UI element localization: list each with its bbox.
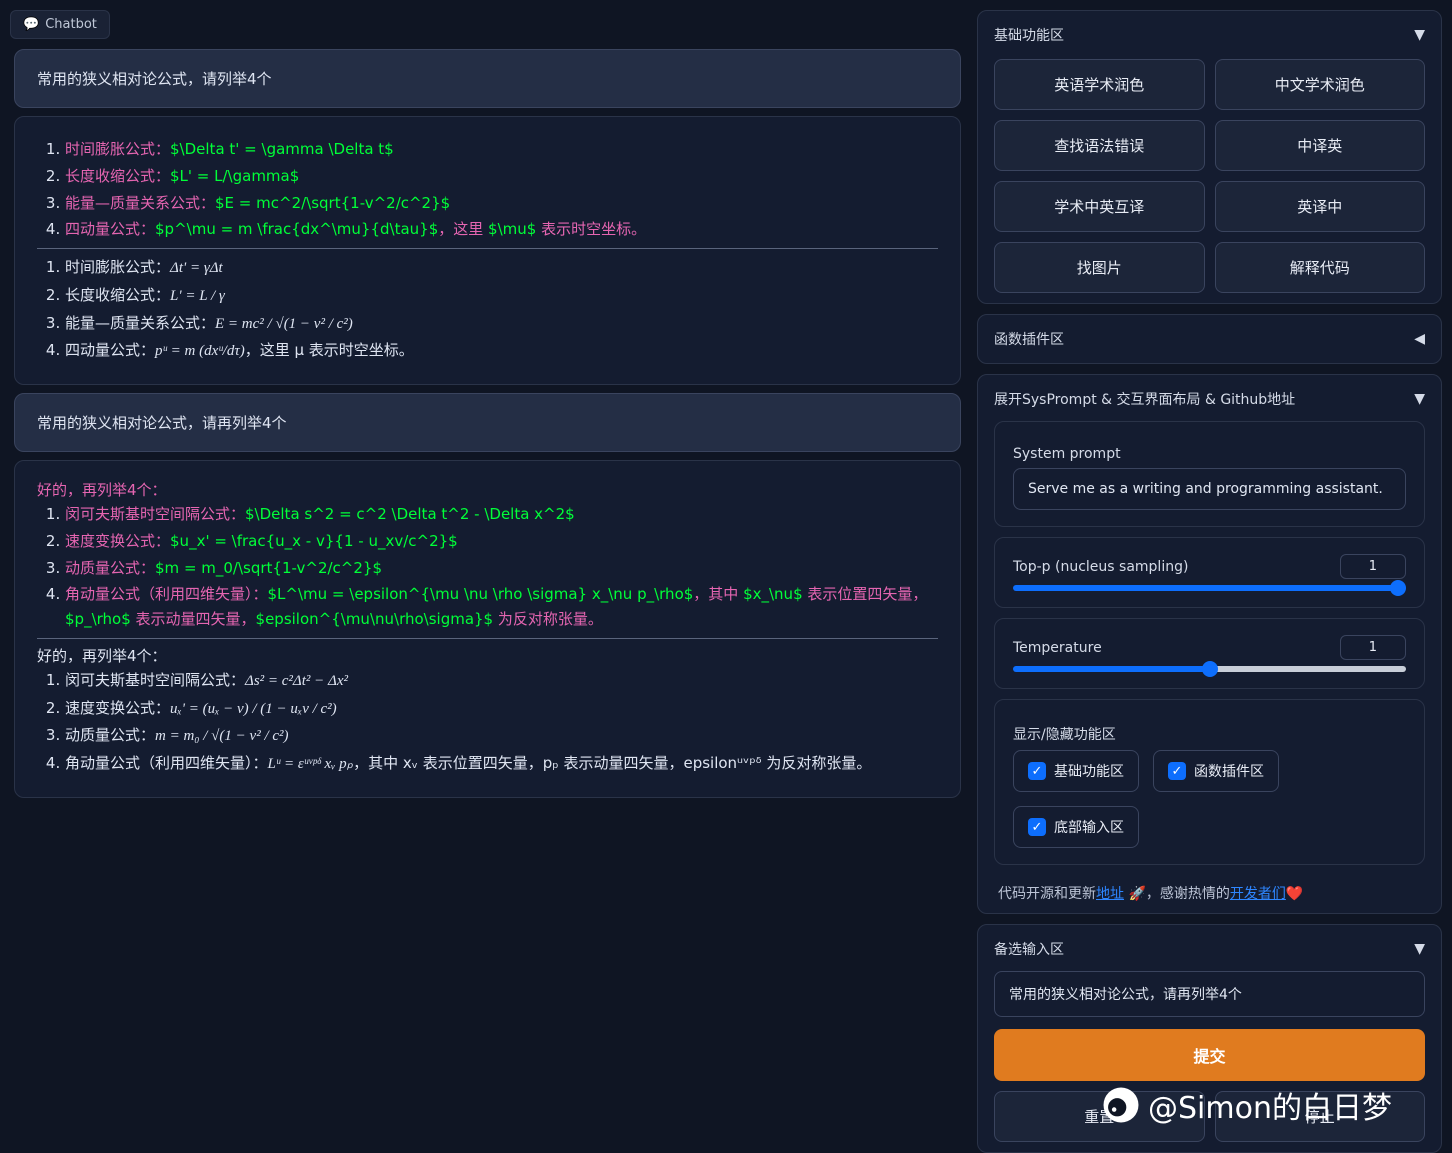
basic-button-grid: 英语学术润色 中文学术润色 查找语法错误 中译英 学术中英互译 英译中 找图片 …: [994, 59, 1425, 293]
chk-bottom-input[interactable]: ✓底部输入区: [1013, 806, 1139, 848]
alt-input-header[interactable]: 备选输入区 ▼: [994, 935, 1425, 963]
intro: 好的，再列举4个：: [37, 645, 938, 666]
raw-list: 时间膨胀公式：$\Delta t' = \gamma \Delta t$ 长度收…: [37, 137, 938, 242]
btn-en-to-cn[interactable]: 英译中: [1215, 181, 1426, 232]
rendered-list: 时间膨胀公式：Δt' = γΔt 长度收缩公式：L' = L / γ 能量—质量…: [37, 255, 938, 364]
reset-button[interactable]: 重置: [994, 1091, 1205, 1142]
check-icon: ✓: [1028, 818, 1046, 836]
temperature-group: Temperature 1: [994, 618, 1425, 689]
btn-english-polish[interactable]: 英语学术润色: [994, 59, 1205, 110]
chevron-down-icon: ▼: [1414, 941, 1425, 957]
sysprompt-group: System prompt Serve me as a writing and …: [994, 421, 1425, 527]
chat-scroll: 常用的狭义相对论公式，请列举4个 时间膨胀公式：$\Delta t' = \ga…: [10, 45, 965, 1135]
visibility-label: 显示/隐藏功能区: [1013, 724, 1406, 744]
divider: [37, 638, 938, 639]
user-text: 常用的狭义相对论公式，请再列举4个: [37, 414, 287, 432]
topp-slider[interactable]: [1013, 585, 1406, 591]
panel-title: 基础功能区: [994, 25, 1064, 45]
user-text: 常用的狭义相对论公式，请列举4个: [37, 70, 272, 88]
user-message: 常用的狭义相对论公式，请再列举4个: [14, 393, 961, 452]
check-icon: ✓: [1028, 762, 1046, 780]
rendered-list: 闵可夫斯基时空间隔公式：Δs² = c²Δt² − Δx² 速度变换公式：uₓ'…: [37, 668, 938, 777]
temperature-value[interactable]: 1: [1340, 635, 1406, 660]
panel-title: 函数插件区: [994, 329, 1064, 349]
submit-button[interactable]: 提交: [994, 1029, 1425, 1081]
heart-icon: ❤️: [1286, 886, 1303, 902]
stop-button[interactable]: 停止: [1215, 1091, 1426, 1142]
btn-cn-to-en[interactable]: 中译英: [1215, 120, 1426, 171]
devs-link[interactable]: 开发者们: [1230, 886, 1286, 902]
footer-note: 代码开源和更新地址 🚀，感谢热情的开发者们❤️: [994, 879, 1425, 903]
chevron-left-icon: ◀: [1414, 331, 1425, 347]
chat-icon: 💬: [23, 17, 39, 32]
rocket-icon: 🚀: [1128, 886, 1145, 902]
user-message: 常用的狭义相对论公式，请列举4个: [14, 49, 961, 108]
panel-title: 备选输入区: [994, 939, 1064, 959]
topp-label: Top-p (nucleus sampling): [1013, 559, 1188, 575]
side-pane: 基础功能区 ▼ 英语学术润色 中文学术润色 查找语法错误 中译英 学术中英互译 …: [977, 10, 1442, 1135]
raw-list: 闵可夫斯基时空间隔公式：$\Delta s^2 = c^2 \Delta t^2…: [37, 502, 938, 632]
repo-link[interactable]: 地址: [1096, 886, 1124, 902]
check-icon: ✓: [1168, 762, 1186, 780]
sysprompt-label: System prompt: [1013, 446, 1406, 462]
tab-label: Chatbot: [45, 17, 97, 32]
panel-title: 展开SysPrompt & 交互界面布局 & Github地址: [994, 389, 1295, 409]
chatbot-tab[interactable]: 💬 Chatbot: [10, 10, 110, 39]
assistant-message: 好的，再列举4个： 闵可夫斯基时空间隔公式：$\Delta s^2 = c^2 …: [14, 460, 961, 798]
btn-chinese-polish[interactable]: 中文学术润色: [1215, 59, 1426, 110]
plugin-panel-header[interactable]: 函数插件区 ◀: [994, 325, 1425, 353]
sysprompt-input[interactable]: Serve me as a writing and programming as…: [1013, 468, 1406, 510]
chevron-down-icon: ▼: [1414, 27, 1425, 43]
expand-panel-header[interactable]: 展开SysPrompt & 交互界面布局 & Github地址 ▼: [994, 385, 1425, 413]
chk-plugin[interactable]: ✓函数插件区: [1153, 750, 1279, 792]
basic-panel-header[interactable]: 基础功能区 ▼: [994, 21, 1425, 49]
plugin-panel: 函数插件区 ◀: [977, 314, 1442, 364]
temperature-label: Temperature: [1013, 640, 1102, 656]
main-pane: 💬 Chatbot 常用的狭义相对论公式，请列举4个 时间膨胀公式：$\Delt…: [10, 10, 965, 1135]
btn-grammar-check[interactable]: 查找语法错误: [994, 120, 1205, 171]
topp-value[interactable]: 1: [1340, 554, 1406, 579]
btn-explain-code[interactable]: 解释代码: [1215, 242, 1426, 293]
chk-basic[interactable]: ✓基础功能区: [1013, 750, 1139, 792]
topp-group: Top-p (nucleus sampling) 1: [994, 537, 1425, 608]
assistant-message: 时间膨胀公式：$\Delta t' = \gamma \Delta t$ 长度收…: [14, 116, 961, 385]
btn-academic-translate[interactable]: 学术中英互译: [994, 181, 1205, 232]
divider: [37, 248, 938, 249]
alt-input[interactable]: 常用的狭义相对论公式，请再列举4个: [994, 971, 1425, 1017]
alt-input-panel: 备选输入区 ▼ 常用的狭义相对论公式，请再列举4个 提交 重置 停止: [977, 924, 1442, 1153]
btn-find-image[interactable]: 找图片: [994, 242, 1205, 293]
chevron-down-icon: ▼: [1414, 391, 1425, 407]
visibility-group: 显示/隐藏功能区 ✓基础功能区 ✓函数插件区 ✓底部输入区: [994, 699, 1425, 865]
expand-panel: 展开SysPrompt & 交互界面布局 & Github地址 ▼ System…: [977, 374, 1442, 914]
basic-panel: 基础功能区 ▼ 英语学术润色 中文学术润色 查找语法错误 中译英 学术中英互译 …: [977, 10, 1442, 304]
intro: 好的，再列举4个：: [37, 479, 938, 500]
temperature-slider[interactable]: [1013, 666, 1406, 672]
